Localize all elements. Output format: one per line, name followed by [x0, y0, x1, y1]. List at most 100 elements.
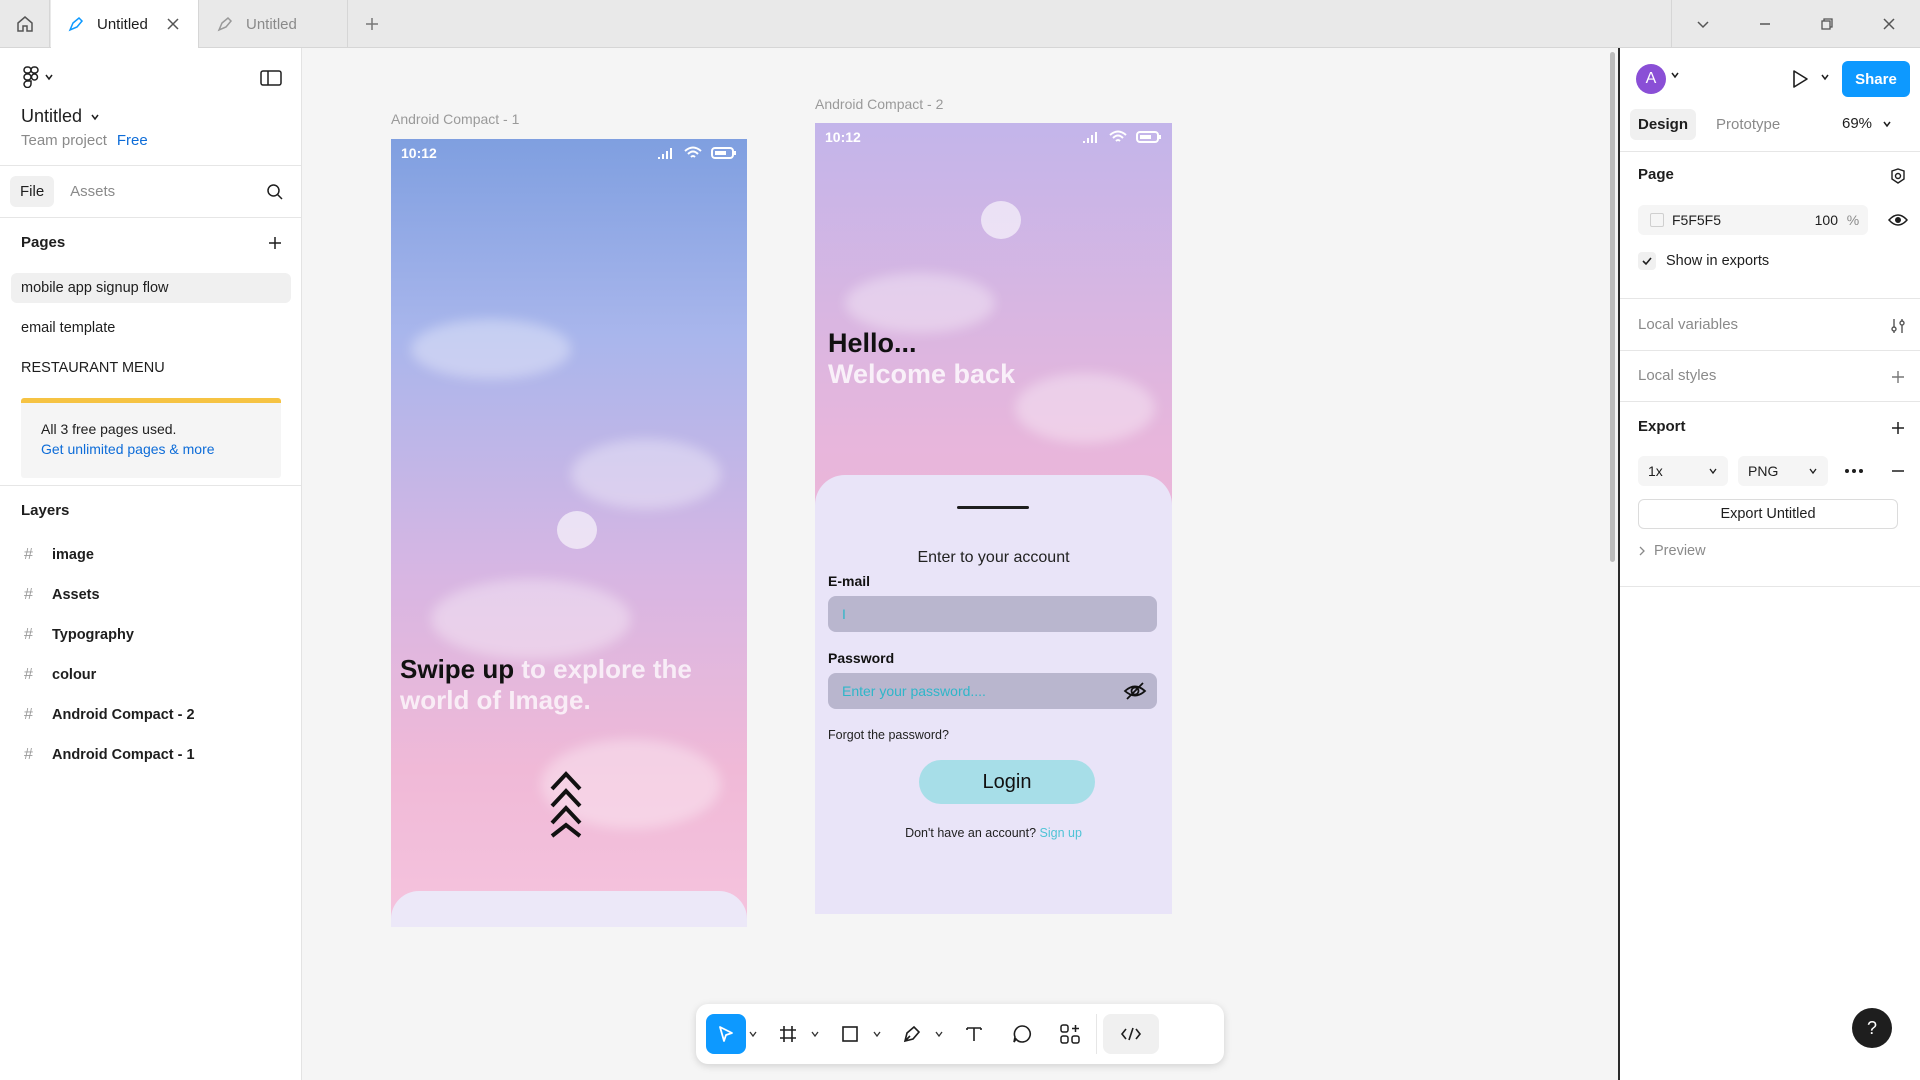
- frame-label-android-compact-2[interactable]: Android Compact - 2: [815, 96, 943, 112]
- text-tool-button[interactable]: [954, 1014, 994, 1054]
- actions-tool-button[interactable]: [1050, 1014, 1090, 1054]
- canvas-scrollbar[interactable]: [1610, 52, 1615, 562]
- frame-label-android-compact-1[interactable]: Android Compact - 1: [391, 111, 519, 127]
- restore-button[interactable]: [1796, 0, 1858, 48]
- swipe-up-heading: Swipe up to explore the world of Image.: [400, 654, 700, 716]
- home-button[interactable]: [0, 0, 50, 48]
- upgrade-banner: All 3 free pages used. Get unlimited pag…: [21, 398, 281, 478]
- login-button[interactable]: Login: [919, 760, 1095, 804]
- export-options-button[interactable]: [1842, 459, 1866, 483]
- avatar[interactable]: A: [1636, 64, 1666, 94]
- sign-up-link[interactable]: Sign up: [1040, 826, 1082, 840]
- chevron-down-icon: [1883, 121, 1891, 127]
- divider: [1620, 350, 1920, 351]
- email-value: I: [842, 606, 846, 622]
- add-page-button[interactable]: [263, 231, 287, 255]
- tab-untitled[interactable]: Untitled: [200, 0, 348, 48]
- layer-item[interactable]: # image: [24, 543, 94, 567]
- tabs-dropdown-button[interactable]: [1672, 0, 1734, 48]
- password-label: Password: [828, 650, 895, 666]
- remove-export-button[interactable]: [1886, 459, 1910, 483]
- close-window-button[interactable]: [1858, 0, 1920, 48]
- page-item-email-template[interactable]: email template: [11, 313, 291, 343]
- greeting-heading: Hello... Welcome back: [828, 328, 1015, 390]
- export-format-select[interactable]: PNG: [1738, 456, 1828, 486]
- upgrade-link[interactable]: Get unlimited pages & more: [41, 441, 281, 457]
- plan-badge[interactable]: Free: [117, 132, 148, 149]
- file-name[interactable]: Untitled: [21, 106, 100, 127]
- export-scale-select[interactable]: 1x: [1638, 456, 1728, 486]
- page-settings-button[interactable]: [1886, 164, 1910, 188]
- moon-decoration: [981, 201, 1021, 239]
- comment-icon: [1013, 1025, 1031, 1043]
- comment-tool-button[interactable]: [1002, 1014, 1042, 1054]
- new-tab-button[interactable]: [360, 12, 384, 36]
- window-controls: [1671, 0, 1920, 48]
- chevron-down-icon[interactable]: [1670, 70, 1680, 80]
- show-in-exports-checkbox[interactable]: [1638, 252, 1656, 270]
- layer-item[interactable]: # Android Compact - 1: [24, 743, 195, 767]
- dev-mode-toggle[interactable]: [1103, 1014, 1159, 1054]
- layer-item[interactable]: # colour: [24, 663, 96, 687]
- preview-toggle[interactable]: Preview: [1638, 543, 1706, 559]
- page-background-color-field[interactable]: F5F5F5 100 %: [1638, 205, 1868, 235]
- add-export-button[interactable]: [1886, 416, 1910, 440]
- email-field[interactable]: I: [828, 596, 1157, 632]
- local-styles-label: Local styles: [1638, 367, 1717, 384]
- tab-untitled-active[interactable]: Untitled: [51, 0, 199, 48]
- chevron-down-icon[interactable]: [1820, 72, 1830, 82]
- color-swatch[interactable]: [1650, 213, 1664, 227]
- tab-label: Untitled: [246, 15, 297, 33]
- plus-icon: [269, 237, 281, 249]
- tab-prototype[interactable]: Prototype: [1708, 109, 1788, 140]
- toggle-sidebar-button[interactable]: [259, 66, 283, 90]
- shape-tool-dropdown[interactable]: [870, 1014, 884, 1054]
- page-opacity[interactable]: 100: [1798, 212, 1838, 228]
- left-sidebar: Untitled Team project Free File Assets Pa…: [0, 48, 302, 1080]
- search-icon: [267, 184, 283, 200]
- search-button[interactable]: [263, 180, 287, 204]
- frame-tool-dropdown[interactable]: [808, 1014, 822, 1054]
- minimize-button[interactable]: [1734, 0, 1796, 48]
- opacity-unit: %: [1846, 212, 1860, 228]
- move-tool-button[interactable]: [706, 1014, 746, 1054]
- layer-item[interactable]: # Assets: [24, 583, 100, 607]
- canvas[interactable]: Android Compact - 1 Android Compact - 2 …: [303, 48, 1617, 1080]
- tab-assets[interactable]: Assets: [60, 176, 125, 207]
- frame-tool-button[interactable]: [768, 1014, 808, 1054]
- export-button[interactable]: Export Untitled: [1638, 499, 1898, 529]
- present-button[interactable]: [1786, 65, 1814, 93]
- add-style-button[interactable]: [1886, 365, 1910, 389]
- local-variables-button[interactable]: [1886, 314, 1910, 338]
- show-in-exports-row[interactable]: Show in exports: [1638, 252, 1769, 270]
- pen-tool-dropdown[interactable]: [932, 1014, 946, 1054]
- eye-off-icon[interactable]: [1123, 680, 1147, 702]
- frame-android-compact-2[interactable]: 10:12 Hello... Welcome back Enter to you…: [815, 123, 1172, 914]
- pen-tool-button[interactable]: [892, 1014, 932, 1054]
- main-menu-button[interactable]: [22, 66, 54, 88]
- team-project-label[interactable]: Team project: [21, 132, 107, 149]
- move-tool-dropdown[interactable]: [746, 1014, 760, 1054]
- page-item-restaurant-menu[interactable]: RESTAURANT MENU: [11, 353, 291, 383]
- chevron-down-icon: [91, 114, 99, 120]
- page-item-mobile-app-signup-flow[interactable]: mobile app signup flow: [11, 273, 291, 303]
- password-field[interactable]: Enter your password....: [828, 673, 1157, 709]
- visibility-toggle[interactable]: [1886, 208, 1910, 232]
- tab-file[interactable]: File: [10, 176, 55, 207]
- share-button[interactable]: Share: [1842, 61, 1910, 97]
- page-color-hex[interactable]: F5F5F5: [1672, 212, 1798, 228]
- zoom-dropdown[interactable]: 69%: [1842, 115, 1892, 132]
- shape-tool-button[interactable]: [830, 1014, 870, 1054]
- layer-item[interactable]: # Android Compact - 2: [24, 703, 195, 727]
- forgot-password-link[interactable]: Forgot the password?: [828, 728, 949, 742]
- tab-design[interactable]: Design: [1630, 109, 1697, 140]
- close-tab-button[interactable]: [164, 15, 182, 33]
- help-button[interactable]: ?: [1852, 1008, 1892, 1048]
- plus-icon: [1892, 371, 1904, 383]
- more-icon: [1845, 469, 1863, 473]
- signal-icon: [1083, 132, 1097, 143]
- local-variables-label[interactable]: Local variables: [1638, 316, 1738, 333]
- layer-item[interactable]: # Typography: [24, 623, 134, 647]
- frame-android-compact-1[interactable]: 10:12 Swipe up to explore the world of I…: [391, 139, 747, 927]
- divider: [1620, 151, 1920, 152]
